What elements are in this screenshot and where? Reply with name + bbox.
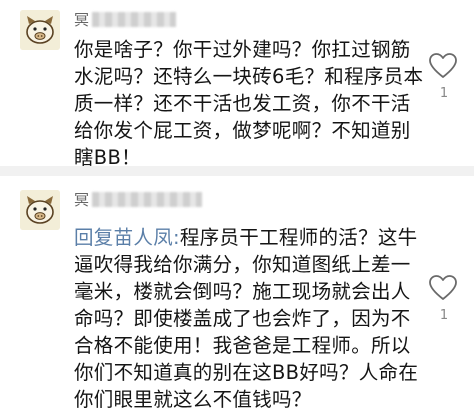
like-button[interactable] [428, 52, 458, 80]
heart-outline-icon [429, 275, 457, 300]
comment-text: 回复苗人凤:程序员干工程师的活？这牛逼吹得我给你满分，你知道图纸上差一毫米，楼就… [74, 224, 424, 413]
blurred-username [92, 191, 203, 207]
username-text: 冥 [74, 10, 90, 29]
username[interactable]: 冥 [74, 8, 177, 30]
comment-body: 程序员干工程师的活？这牛逼吹得我给你满分，你知道图纸上差一毫米，楼就会倒吗？施工… [74, 226, 419, 411]
comment-body: 你是啥子？你干过外建吗？你扛过钢筋水泥吗？还特么一块砖6毛？和程序员本质一样？还… [74, 38, 424, 169]
heart-outline-icon [429, 53, 457, 78]
cartoon-pig-avatar-icon [20, 10, 60, 50]
username-text: 冥 [74, 190, 90, 209]
comment-text: 你是啥子？你干过外建吗？你扛过钢筋水泥吗？还特么一块砖6毛？和程序员本质一样？还… [74, 36, 424, 171]
username[interactable]: 冥 [74, 188, 203, 210]
user-avatar[interactable] [20, 190, 60, 230]
cartoon-pig-avatar-icon [20, 190, 60, 230]
comment-item: 冥 你是啥子？你干过外建吗？你扛过钢筋水泥吗？还特么一块砖6毛？和程序员本质一样… [0, 0, 474, 169]
user-avatar[interactable] [20, 10, 60, 50]
reply-prefix[interactable]: 回复苗人凤: [74, 226, 180, 249]
like-count: 1 [439, 86, 449, 101]
like-count: 1 [439, 308, 449, 323]
blurred-username [92, 11, 177, 27]
like-button[interactable] [428, 274, 458, 302]
comment-item: 冥 回复苗人凤:程序员干工程师的活？这牛逼吹得我给你满分，你知道图纸上差一毫米，… [0, 166, 474, 416]
